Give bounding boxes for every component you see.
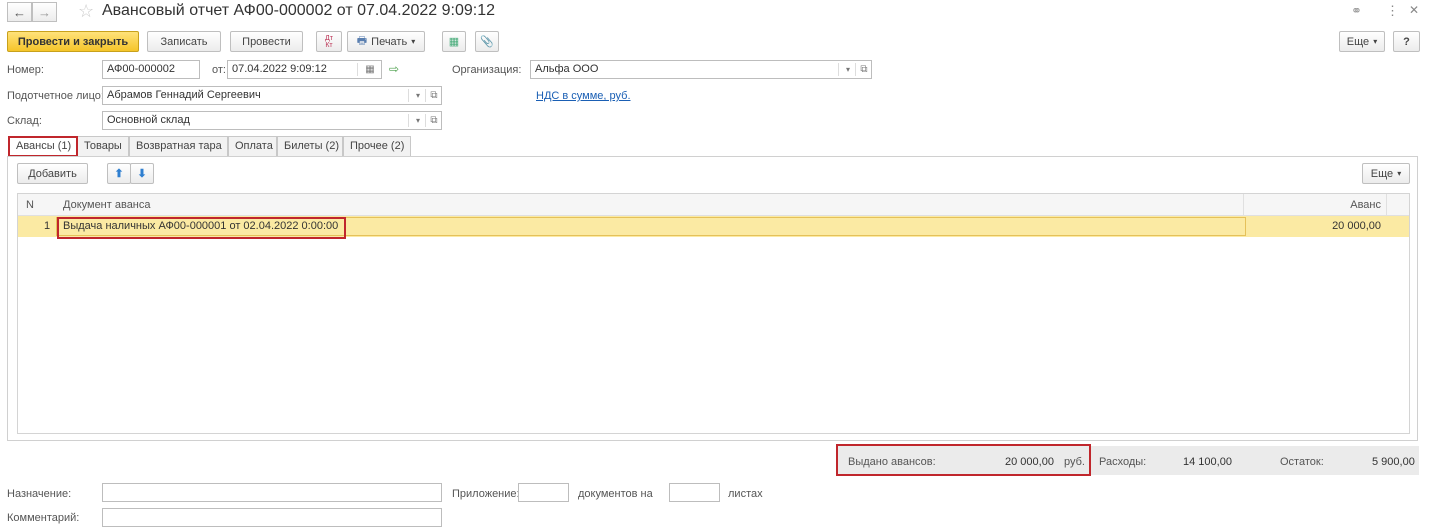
warehouse-label: Склад: (7, 115, 42, 127)
person-label: Подотчетное лицо: (7, 90, 104, 102)
arrow-up-icon: ⬆ (114, 168, 124, 180)
row-highlight (57, 217, 346, 239)
expenses-value: 14 100,00 (1183, 456, 1232, 468)
move-up-button[interactable]: ⬆ (107, 163, 131, 184)
print-button[interactable]: 🖶 Печать ▾ (347, 31, 425, 52)
docs-on-label: документов на (578, 488, 653, 500)
dt-kt-icon: Дт Кт (325, 34, 333, 49)
purpose-field[interactable] (102, 483, 442, 502)
sheets-label: листах (728, 488, 763, 500)
column-n-header[interactable]: N (26, 199, 34, 211)
forward-arrow-icon: → (38, 4, 51, 20)
tab-other[interactable]: Прочее (2) (343, 136, 411, 156)
tab-payment[interactable]: Оплата (228, 136, 277, 156)
dt-kt-button[interactable]: Дт Кт (316, 31, 342, 52)
window-title: Авансовый отчет АФ00-000002 от 07.04.202… (102, 2, 496, 19)
table-more-button[interactable]: Еще ▾ (1362, 163, 1410, 184)
balance-value: 5 900,00 (1372, 456, 1415, 468)
attachment-label: Приложение: (452, 488, 520, 500)
tab-highlight (8, 136, 78, 157)
close-icon[interactable]: ✕ (1409, 3, 1419, 17)
printer-icon: 🖶 (356, 35, 368, 47)
comment-field[interactable] (102, 508, 442, 527)
balance-label: Остаток: (1280, 456, 1324, 468)
warehouse-field[interactable]: Основной склад ▾ ⧉ (102, 111, 442, 130)
attachments-button[interactable]: 📎 (475, 31, 499, 52)
tab-goods[interactable]: Товары (77, 136, 129, 156)
move-down-button[interactable]: ⬇ (130, 163, 154, 184)
help-button[interactable]: ? (1393, 31, 1420, 52)
star-icon[interactable]: ☆ (78, 1, 94, 22)
kebab-menu-icon[interactable]: ⋮ (1386, 3, 1399, 19)
organization-label: Организация: (452, 64, 522, 76)
row-amount: 20 000,00 (1332, 220, 1381, 232)
save-button[interactable]: Записать (147, 31, 221, 52)
column-amount-header[interactable]: Аванс (1350, 199, 1381, 211)
sheets-field[interactable] (669, 483, 720, 502)
back-arrow-icon: ← (13, 4, 26, 20)
add-button[interactable]: Добавить (17, 163, 88, 184)
chevron-down-icon: ▾ (411, 37, 416, 46)
expenses-label: Расходы: (1099, 456, 1147, 468)
calendar-icon[interactable]: ▦ (363, 61, 377, 78)
link-icon[interactable]: ⚭ (1351, 3, 1362, 19)
back-button[interactable]: ← (7, 2, 32, 22)
post-status-icon: ⇨ (389, 62, 400, 76)
totals-highlight (836, 444, 1091, 476)
organization-field[interactable]: Альфа ООО ▾ ⧉ (530, 60, 872, 79)
attachment-field[interactable] (518, 483, 569, 502)
table-header: N Документ аванса Аванс (18, 194, 1409, 216)
paperclip-icon: 📎 (480, 36, 494, 48)
number-field[interactable]: АФ00-000002 (102, 60, 200, 79)
row-number: 1 (44, 220, 51, 232)
open-icon[interactable]: ⧉ (427, 112, 441, 129)
tab-tickets[interactable]: Билеты (2) (277, 136, 343, 156)
chevron-down-icon: ▾ (1373, 37, 1378, 46)
open-icon[interactable]: ⧉ (427, 87, 441, 104)
more-button[interactable]: Еще ▾ (1339, 31, 1385, 52)
dropdown-icon[interactable]: ▾ (411, 87, 425, 104)
number-label: Номер: (7, 64, 44, 76)
structure-button[interactable]: ▦ (442, 31, 466, 52)
date-field[interactable]: 07.04.2022 9:09:12 ▦ (227, 60, 382, 79)
dropdown-icon[interactable]: ▾ (411, 112, 425, 129)
vat-link[interactable]: НДС в сумме, руб. (536, 90, 631, 102)
post-button[interactable]: Провести (230, 31, 303, 52)
purpose-label: Назначение: (7, 488, 72, 500)
arrow-down-icon: ⬇ (137, 168, 147, 180)
open-icon[interactable]: ⧉ (857, 61, 871, 78)
forward-button[interactable]: → (32, 2, 57, 22)
person-field[interactable]: Абрамов Геннадий Сергеевич ▾ ⧉ (102, 86, 442, 105)
date-label: от: (212, 64, 226, 76)
tab-returnable-packaging[interactable]: Возвратная тара (129, 136, 228, 156)
chevron-down-icon: ▾ (1397, 169, 1402, 178)
dropdown-icon[interactable]: ▾ (841, 61, 855, 78)
comment-label: Комментарий: (7, 512, 80, 524)
structure-icon: ▦ (448, 36, 460, 48)
column-doc-header[interactable]: Документ аванса (63, 199, 151, 211)
post-and-close-button[interactable]: Провести и закрыть (7, 31, 139, 52)
